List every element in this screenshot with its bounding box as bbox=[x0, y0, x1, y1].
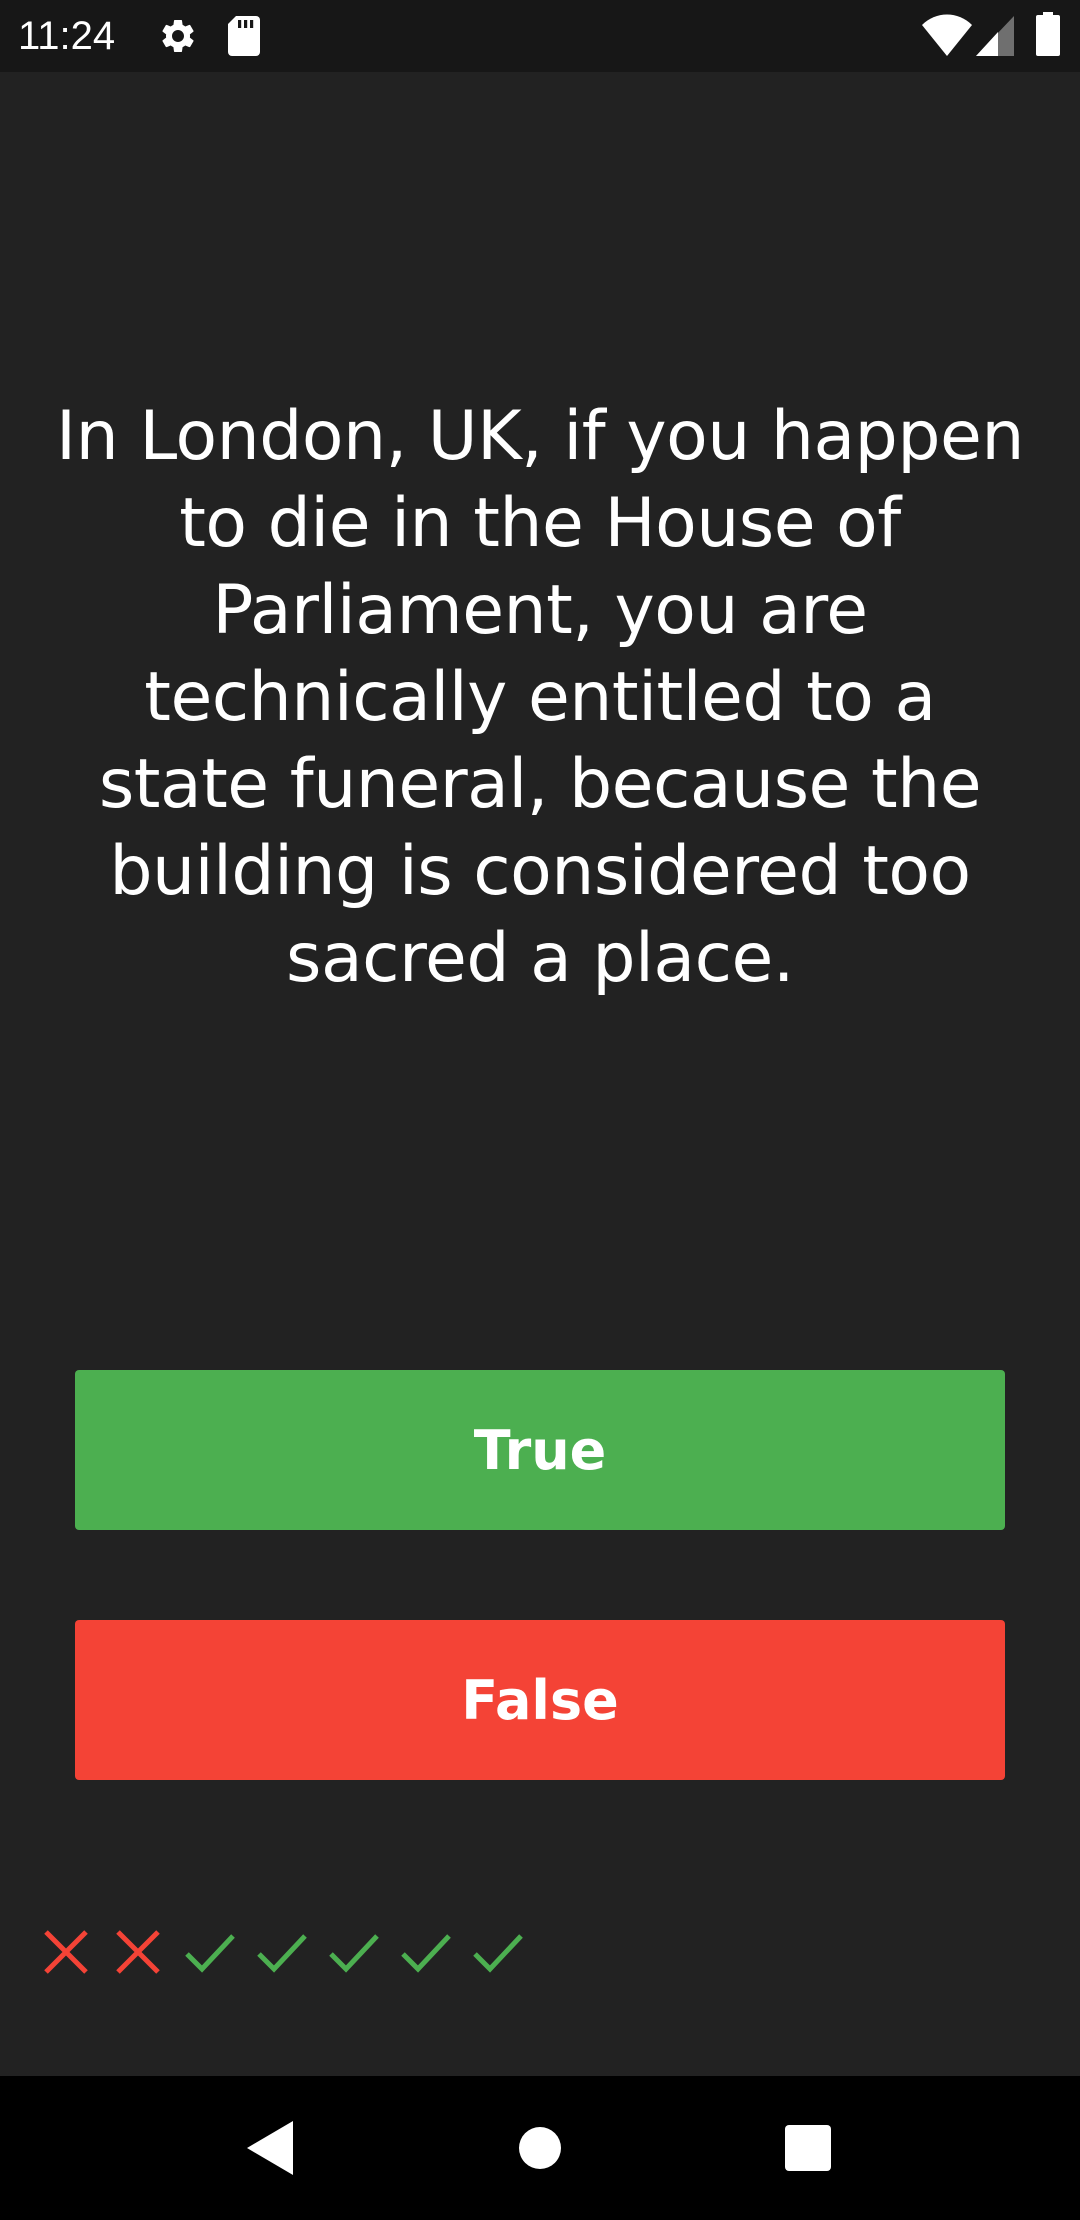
status-bar: 11:24 bbox=[0, 0, 1080, 72]
signal-icon bbox=[976, 16, 1014, 56]
battery-icon bbox=[1036, 12, 1060, 56]
nav-home-button[interactable] bbox=[490, 2098, 590, 2198]
question-text: In London, UK, if you happen to die in t… bbox=[56, 397, 1024, 998]
wrong-cross-icon bbox=[44, 1930, 88, 1974]
wrong-cross-icon bbox=[116, 1930, 160, 1974]
correct-check-icon bbox=[329, 1934, 379, 1973]
true-button-label: True bbox=[473, 1418, 607, 1482]
correct-check-icon bbox=[185, 1934, 235, 1973]
correct-check-icon bbox=[473, 1934, 523, 1973]
false-button-label: False bbox=[461, 1668, 619, 1732]
quiz-screen: 11:24 In London, UK, if you happen to di… bbox=[0, 0, 1080, 2220]
nav-back-button[interactable] bbox=[220, 2098, 320, 2198]
true-button[interactable]: True bbox=[75, 1370, 1005, 1530]
false-button[interactable]: False bbox=[75, 1620, 1005, 1780]
navigation-bar bbox=[0, 2076, 1080, 2220]
sd-card-icon bbox=[228, 16, 260, 56]
home-icon bbox=[519, 2127, 561, 2169]
gear-icon bbox=[162, 19, 194, 52]
correct-check-icon bbox=[401, 1934, 451, 1973]
correct-check-icon bbox=[257, 1934, 307, 1973]
back-icon bbox=[247, 2121, 293, 2175]
wifi-icon bbox=[922, 14, 972, 56]
nav-recents-button[interactable] bbox=[758, 2098, 858, 2198]
status-time: 11:24 bbox=[18, 14, 116, 58]
score-history bbox=[40, 1926, 544, 1978]
recents-icon bbox=[785, 2125, 831, 2171]
